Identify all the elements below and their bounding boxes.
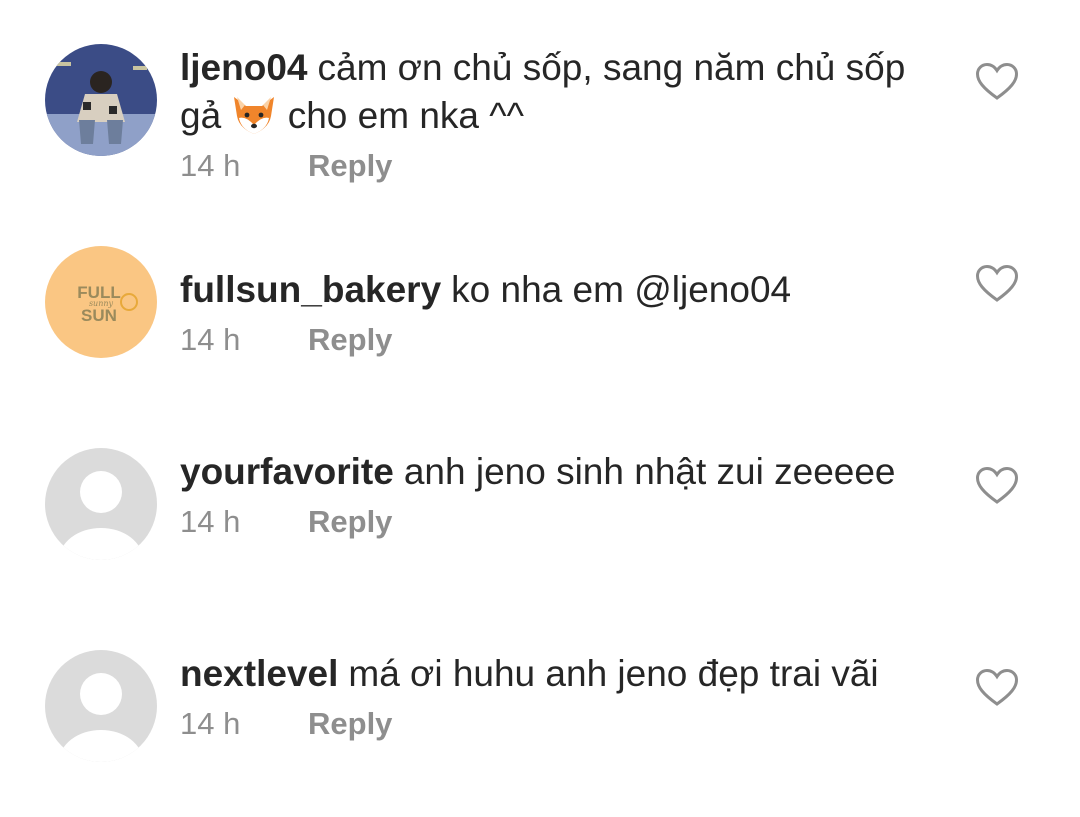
comment-body: nextlevel má ơi huhu anh jeno đẹp trai vã… [180, 650, 920, 744]
reply-button[interactable]: Reply [308, 504, 392, 539]
like-button[interactable] [975, 466, 1019, 506]
comment-meta: 14 h Reply [180, 704, 920, 744]
comment-username[interactable]: fullsun_bakery [180, 269, 441, 310]
heart-outline-icon [975, 466, 1019, 504]
fox-emoji-icon [231, 94, 277, 136]
comment-username[interactable]: ljeno04 [180, 47, 308, 88]
reply-button[interactable]: Reply [308, 322, 392, 357]
comment-body: ljeno04 cảm ơn chủ sốp, sang năm chủ sốp … [180, 44, 920, 186]
like-button[interactable] [975, 668, 1019, 708]
comment-text: ljeno04 cảm ơn chủ sốp, sang năm chủ sốp … [180, 44, 920, 140]
user-avatar[interactable]: FULL sunny SUN [45, 246, 157, 358]
comment-message: anh jeno sinh nhật zui zeeeee [403, 451, 896, 492]
default-avatar-icon [45, 448, 157, 560]
user-avatar[interactable] [45, 448, 157, 560]
comment-message: ko nha em @ljeno04 [451, 269, 792, 310]
user-avatar[interactable] [45, 44, 157, 156]
comment-body: fullsun_bakery ko nha em @ljeno04 14 h Rep… [180, 266, 920, 360]
heart-outline-icon [975, 62, 1019, 100]
reply-button[interactable]: Reply [308, 706, 392, 741]
comment-meta: 14 h Reply [180, 146, 920, 186]
comment-body: yourfavorite anh jeno sinh nhật zui zeeee… [180, 448, 920, 542]
reply-button[interactable]: Reply [308, 148, 392, 183]
comment-text: nextlevel má ơi huhu anh jeno đẹp trai vã… [180, 650, 920, 698]
comment-timestamp: 14 h [180, 504, 241, 539]
comment-timestamp: 14 h [180, 148, 241, 183]
comment-username[interactable]: yourfavorite [180, 451, 394, 492]
avatar-photo [45, 44, 157, 156]
avatar-logo-line2: SUN [81, 306, 117, 325]
comment-message-continued: cho em nka ^^ [287, 95, 524, 136]
like-button[interactable] [975, 62, 1019, 102]
comment-meta: 14 h Reply [180, 320, 920, 360]
default-avatar-icon [45, 650, 157, 762]
comment-message: má ơi huhu anh jeno đẹp trai vãi [348, 653, 879, 694]
user-avatar[interactable] [45, 650, 157, 762]
comment-list: ljeno04 cảm ơn chủ sốp, sang năm chủ sốp … [0, 0, 1080, 817]
heart-outline-icon [975, 264, 1019, 302]
comment-username[interactable]: nextlevel [180, 653, 338, 694]
bakery-logo-avatar: FULL sunny SUN [45, 246, 157, 358]
comment-timestamp: 14 h [180, 706, 241, 741]
heart-outline-icon [975, 668, 1019, 706]
comment-meta: 14 h Reply [180, 502, 920, 542]
like-button[interactable] [975, 264, 1019, 304]
comment-timestamp: 14 h [180, 322, 241, 357]
comment-text: yourfavorite anh jeno sinh nhật zui zeeee… [180, 448, 920, 496]
comment-text: fullsun_bakery ko nha em @ljeno04 [180, 266, 920, 314]
